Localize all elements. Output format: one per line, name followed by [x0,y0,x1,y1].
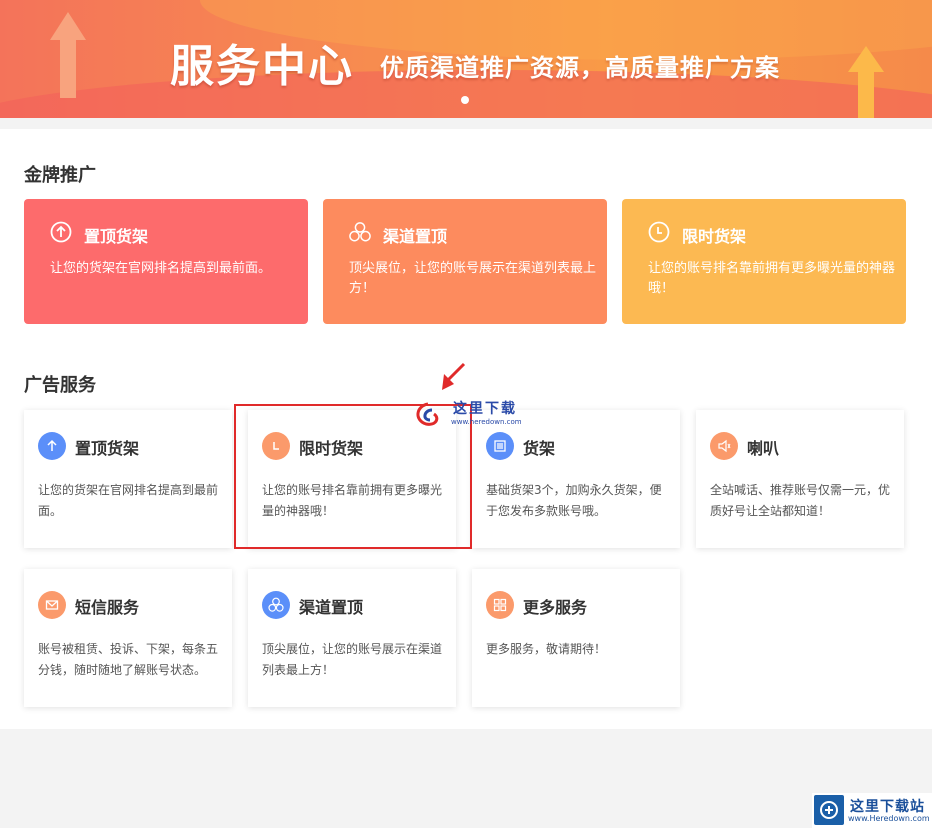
ad-card-desc: 全站喊话、推荐账号仅需一元，优质好号让全站都知道！ [710,483,891,518]
watermark-text: 这里下载 [453,401,517,417]
ad-card-title: 短信服务 [75,598,140,617]
gold-card-limited-shelf[interactable]: 限时货架 让您的账号排名靠前拥有更多曝光量的神器哦！ [622,199,906,324]
gold-card-desc: 让您的货架在官网排名提高到最前面。 [50,261,272,276]
gold-card-title: 渠道置顶 [383,227,448,246]
ads-section-title: 广告服务 [24,375,96,396]
list-icon [486,432,514,460]
grid-icon [486,591,514,619]
up-arrow-decoration-icon [858,70,874,118]
gold-card-channel-top[interactable]: 渠道置顶 顶尖展位，让您的账号展示在渠道列表最上方！ [323,199,607,324]
up-arrow-decoration-icon [848,46,884,72]
ad-card-more-services[interactable]: 更多服务 更多服务，敬请期待！ [472,569,680,707]
gold-card-desc: 让您的账号排名靠前拥有更多曝光量的神器哦！ [648,261,896,296]
arrow-up-icon [38,432,66,460]
gold-card-top-shelf[interactable]: 置顶货架 让您的货架在官网排名提高到最前面。 [24,199,308,324]
gold-card-title: 限时货架 [682,227,747,246]
banner-title: 服务中心 [170,41,354,92]
arrow-up-circle-icon [50,221,72,243]
watermark-logo-icon [416,402,439,426]
three-circles-icon [349,222,371,242]
ad-card-desc: 账号被租赁、投诉、下架，每条五分钱，随时随地了解账号状态。 [38,642,219,677]
ad-card-desc: 让您的货架在官网排名提高到最前面。 [38,483,219,518]
ad-card-shelf[interactable]: 货架 基础货架3个，加购永久货架，便于您发布多款账号哦。 [472,410,680,548]
mail-icon [38,591,66,619]
ad-card-sms[interactable]: 短信服务 账号被租赁、投诉、下架，每条五分钱，随时随地了解账号状态。 [24,569,232,707]
up-arrow-decoration-icon [50,12,86,40]
ad-card-title: 更多服务 [523,598,588,617]
ad-card-top-shelf[interactable]: 置顶货架 让您的货架在官网排名提高到最前面。 [24,410,232,548]
ad-card-title: 渠道置顶 [299,598,364,617]
three-circles-icon [262,591,290,619]
ad-card-channel-top[interactable]: 渠道置顶 顶尖展位，让您的账号展示在渠道列表最上方！ [248,569,456,707]
ad-card-title: 货架 [523,439,556,458]
site-logo-text: 这里下载站 [850,799,925,815]
watermark-url: www.heredown.com [451,418,522,426]
ad-card-title: 置顶货架 [75,439,140,458]
site-watermark-logo: 这里下载站 www.Heredown.com [812,793,932,828]
pointer-arrow-icon [442,362,466,390]
hero-banner: 服务中心 优质渠道推广资源，高质量推广方案 [0,0,932,118]
clock-icon [648,221,670,243]
gold-card-title: 置顶货架 [84,227,149,246]
gold-card-desc: 顶尖展位，让您的账号展示在渠道列表最上方！ [349,261,597,296]
up-arrow-decoration-icon [60,38,76,98]
banner-subtitle: 优质渠道推广资源，高质量推广方案 [380,54,780,82]
ad-card-desc: 更多服务，敬请期待！ [486,642,607,656]
ad-card-speaker[interactable]: 喇叭 全站喊话、推荐账号仅需一元，优质好号让全站都知道！ [696,410,904,548]
ad-card-desc: 基础货架3个，加购永久货架，便于您发布多款账号哦。 [486,483,662,518]
ad-card-desc: 顶尖展位，让您的账号展示在渠道列表最上方！ [262,642,443,677]
ad-card-title: 喇叭 [747,439,780,458]
gold-section-title: 金牌推广 [24,165,96,186]
speaker-icon [710,432,738,460]
carousel-dot[interactable] [461,96,469,104]
site-logo-icon [814,795,844,825]
site-logo-url: www.Heredown.com [848,814,930,823]
